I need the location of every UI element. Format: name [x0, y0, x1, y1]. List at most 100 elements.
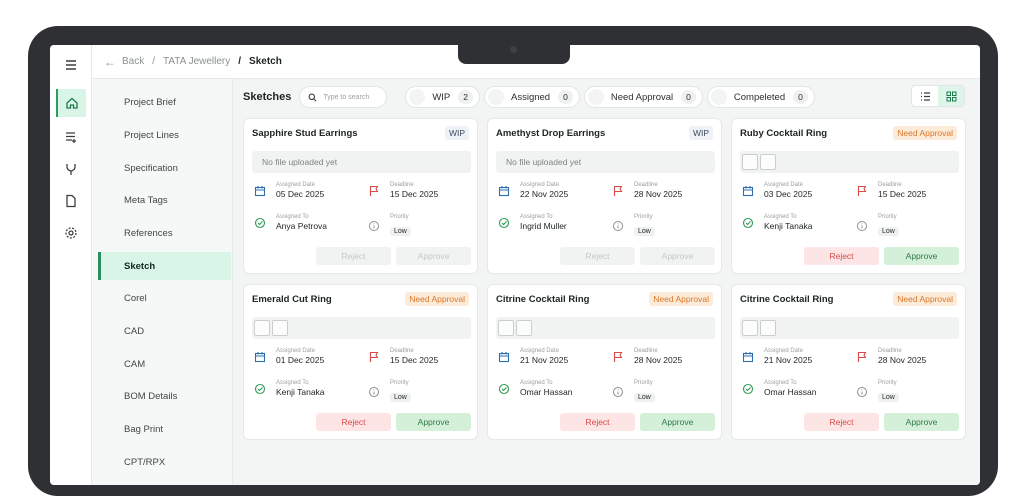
approve-button[interactable]: Approve — [884, 247, 959, 265]
back-arrow-icon[interactable]: ← — [104, 55, 116, 69]
flag-icon — [369, 185, 379, 196]
assigned-to: Anya Petrova — [276, 221, 328, 231]
sketch-thumbnail[interactable] — [760, 154, 776, 170]
menu-item-cam[interactable]: CAM — [98, 350, 231, 378]
list-view-icon[interactable] — [912, 86, 938, 106]
reject-button[interactable]: Reject — [316, 247, 391, 265]
menu-item-project-brief[interactable]: Project Brief — [98, 88, 231, 116]
card-title: Citrine Cocktail Ring — [740, 293, 834, 305]
assigned-to-label: Assigned To — [764, 380, 797, 386]
menu-item-references[interactable]: References — [98, 219, 231, 247]
menu-item-bag-print[interactable]: Bag Print — [98, 415, 231, 443]
menu-item-cpt-rpx[interactable]: CPT/RPX — [98, 448, 231, 476]
approve-button[interactable]: Approve — [640, 413, 715, 431]
sketch-thumbnails — [740, 151, 959, 173]
deadline: 28 Nov 2025 — [634, 189, 683, 199]
camera-dot — [510, 46, 517, 53]
sketch-thumbnails — [496, 317, 715, 339]
info-icon — [613, 387, 623, 397]
approve-button[interactable]: Approve — [884, 413, 959, 431]
menu-item-meta-tags[interactable]: Meta Tags — [98, 186, 231, 214]
user-check-icon — [498, 217, 510, 228]
sketch-thumbnail[interactable] — [742, 154, 758, 170]
sketch-card: Amethyst Drop Earrings WIP No file upload… — [487, 118, 722, 274]
reject-button[interactable]: Reject — [560, 247, 635, 265]
assigned-date-label: Assigned Date — [276, 182, 316, 188]
grid-view-icon[interactable] — [938, 86, 964, 106]
sketches-panel: Sketches Type to search WIP 2 Assigned 0 N… — [232, 79, 980, 485]
chip-label: Assigned — [511, 91, 551, 103]
reject-button[interactable]: Reject — [560, 413, 635, 431]
assigned-to-label: Assigned To — [520, 380, 553, 386]
branch-icon[interactable] — [56, 155, 86, 183]
menu-item-corel[interactable]: Corel — [98, 284, 231, 312]
sketch-card: Sapphire Stud Earrings WIP No file upload… — [243, 118, 478, 274]
sketch-thumbnail[interactable] — [498, 320, 514, 336]
flag-icon — [857, 185, 867, 196]
card-title: Citrine Cocktail Ring — [496, 293, 590, 305]
priority-label: Priority — [878, 380, 897, 386]
assigned-date-label: Assigned Date — [520, 348, 560, 354]
assigned-date: 05 Dec 2025 — [276, 189, 325, 199]
chip-label: WIP — [432, 91, 451, 103]
sketch-card: Emerald Cut Ring Need Approval Assigned D… — [243, 284, 478, 440]
assigned-date-label: Assigned Date — [276, 348, 316, 354]
priority-badge: Low — [878, 227, 899, 236]
back-link[interactable]: Back — [122, 56, 144, 67]
hamburger-menu-icon[interactable] — [56, 51, 86, 79]
list-add-icon[interactable] — [56, 123, 86, 151]
sketch-thumbnails — [252, 317, 471, 339]
priority-badge: Low — [390, 393, 411, 402]
menu-item-sketch[interactable]: Sketch — [98, 252, 231, 280]
menu-item-specification[interactable]: Specification — [98, 154, 231, 182]
file-placeholder: No file uploaded yet — [496, 151, 715, 173]
sketch-thumbnail[interactable] — [516, 320, 532, 336]
priority-badge: Low — [878, 393, 899, 402]
filter-chip-completed[interactable]: Compeleted 0 — [706, 86, 815, 108]
chip-label: Compeleted — [733, 91, 786, 103]
sketch-thumbnail[interactable] — [742, 320, 758, 336]
menu-item-bom-details[interactable]: BOM Details — [98, 382, 231, 410]
filter-chip-need-approval[interactable]: Need Approval 0 — [583, 86, 703, 108]
calendar-icon — [254, 351, 266, 362]
flag-icon — [369, 351, 379, 362]
filter-chip-wip[interactable]: WIP 2 — [405, 86, 480, 108]
assigned-to-label: Assigned To — [276, 214, 309, 220]
approve-button[interactable]: Approve — [640, 247, 715, 265]
reject-button[interactable]: Reject — [804, 413, 879, 431]
search-icon — [308, 93, 317, 101]
priority-label: Priority — [390, 380, 409, 386]
calendar-icon — [498, 351, 510, 362]
document-icon[interactable] — [56, 187, 86, 215]
approve-button[interactable]: Approve — [396, 247, 471, 265]
deadline-label: Deadline — [390, 348, 414, 354]
status-badge: Need Approval — [893, 126, 957, 140]
reject-button[interactable]: Reject — [804, 247, 879, 265]
filter-chip-assigned[interactable]: Assigned 0 — [484, 86, 580, 108]
sketch-thumbnail[interactable] — [760, 320, 776, 336]
menu-item-cad[interactable]: CAD — [98, 317, 231, 345]
status-badge: WIP — [444, 126, 469, 140]
assigned-to: Kenji Tanaka — [764, 221, 813, 231]
menu-item-project-lines[interactable]: Project Lines — [98, 121, 231, 149]
sketch-thumbnail[interactable] — [254, 320, 270, 336]
view-toggle — [911, 85, 965, 107]
flag-icon — [613, 185, 623, 196]
info-icon — [857, 387, 867, 397]
sketch-thumbnail[interactable] — [272, 320, 288, 336]
breadcrumb-separator: / — [238, 56, 242, 67]
assigned-to: Kenji Tanaka — [276, 387, 325, 397]
deadline: 15 Dec 2025 — [878, 189, 927, 199]
user-check-icon — [254, 383, 266, 394]
status-badge: WIP — [688, 126, 713, 140]
assigned-date-label: Assigned Date — [764, 348, 804, 354]
user-check-icon — [742, 217, 754, 228]
status-badge: Need Approval — [649, 292, 713, 306]
home-icon[interactable] — [56, 89, 86, 117]
approve-button[interactable]: Approve — [396, 413, 471, 431]
breadcrumb-project[interactable]: TATA Jewellery — [163, 56, 230, 67]
search-input[interactable]: Type to search — [299, 86, 388, 108]
priority-badge: Low — [634, 393, 655, 402]
settings-gear-icon[interactable] — [56, 219, 86, 247]
reject-button[interactable]: Reject — [316, 413, 391, 431]
